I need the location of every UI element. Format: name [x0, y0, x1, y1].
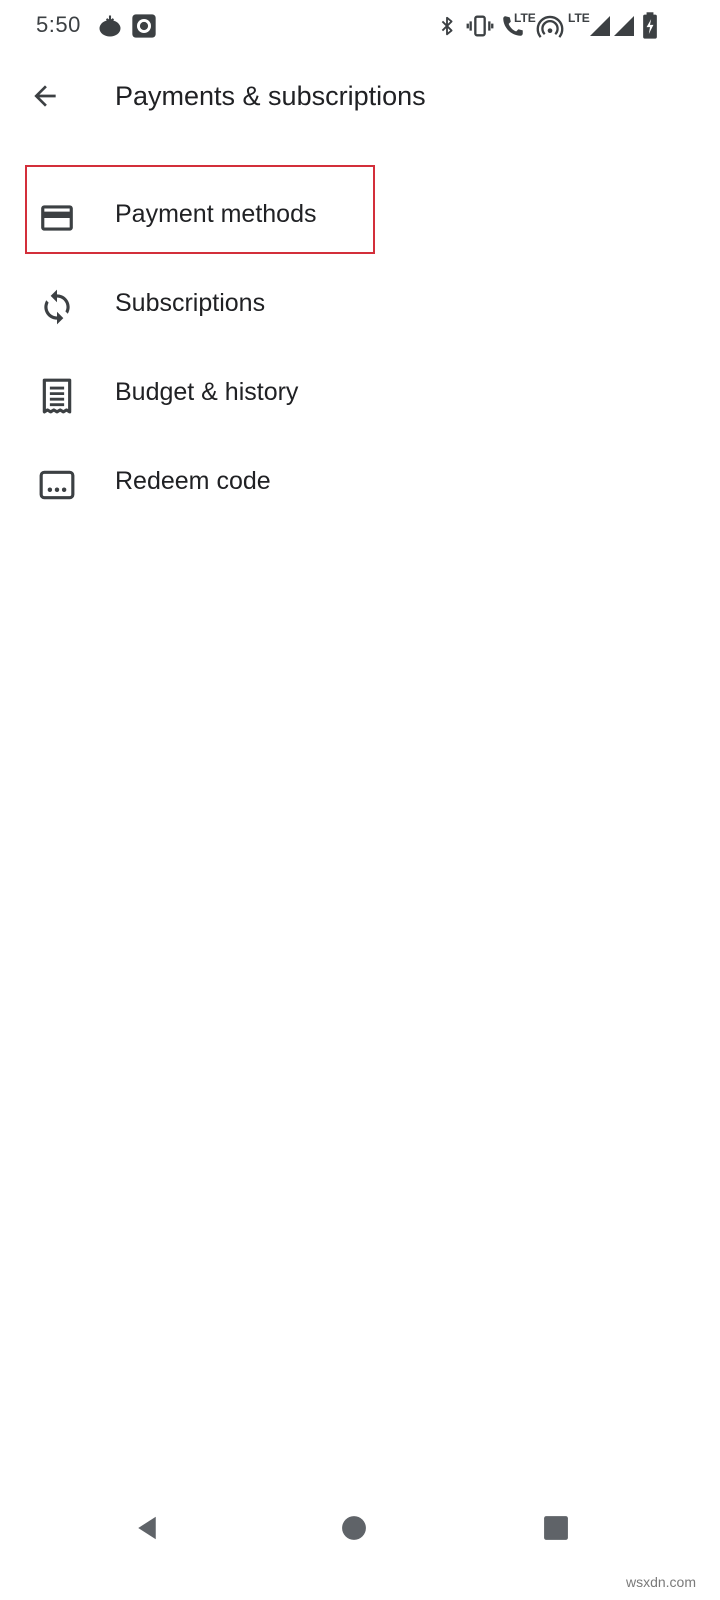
- menu-item-label: Subscriptions: [115, 289, 266, 317]
- status-time: 5:50: [36, 12, 81, 37]
- sync-icon: [37, 287, 77, 327]
- nav-back-icon: [132, 1513, 162, 1548]
- signal-icon-2: [612, 12, 636, 40]
- navigation-bar: [0, 1490, 720, 1570]
- page-title: Payments & subscriptions: [115, 81, 426, 111]
- nav-back-button[interactable]: [127, 1510, 167, 1550]
- watermark: wsxdn.com: [625, 1574, 696, 1590]
- lte-data-label: LTE: [568, 11, 590, 25]
- menu-list: Payment methods Subscriptions Budget & h…: [0, 172, 720, 528]
- menu-item-label: Redeem code: [115, 467, 271, 495]
- tomato-notification-icon: [96, 12, 124, 40]
- nav-recents-button[interactable]: [536, 1510, 576, 1550]
- battery-charging-icon: [642, 12, 658, 40]
- menu-item-label: Budget & history: [115, 378, 299, 406]
- credit-card-icon: [37, 198, 77, 238]
- menu-item-budget-history[interactable]: Budget & history: [0, 350, 720, 439]
- lte-call-label: LTE: [514, 11, 536, 25]
- redeem-code-icon: [37, 465, 77, 505]
- back-button[interactable]: [21, 74, 69, 122]
- bluetooth-icon: [436, 12, 458, 40]
- nav-home-icon: [341, 1515, 367, 1546]
- nav-home-button[interactable]: [334, 1510, 374, 1550]
- menu-item-redeem-code[interactable]: Redeem code: [0, 439, 720, 528]
- menu-item-subscriptions[interactable]: Subscriptions: [0, 261, 720, 350]
- receipt-icon: [37, 376, 77, 416]
- arrow-back-icon: [29, 80, 61, 117]
- hotspot-icon: [536, 12, 564, 40]
- vibrate-icon: [466, 12, 494, 40]
- signal-icon-1: [588, 12, 612, 40]
- status-bar: 5:50 LTE LTE: [0, 0, 720, 54]
- nav-recents-icon: [543, 1515, 569, 1546]
- camera-notification-icon: [130, 12, 158, 40]
- menu-item-payment-methods[interactable]: Payment methods: [0, 172, 720, 261]
- app-bar: Payments & subscriptions: [0, 60, 720, 136]
- menu-item-label: Payment methods: [115, 200, 317, 228]
